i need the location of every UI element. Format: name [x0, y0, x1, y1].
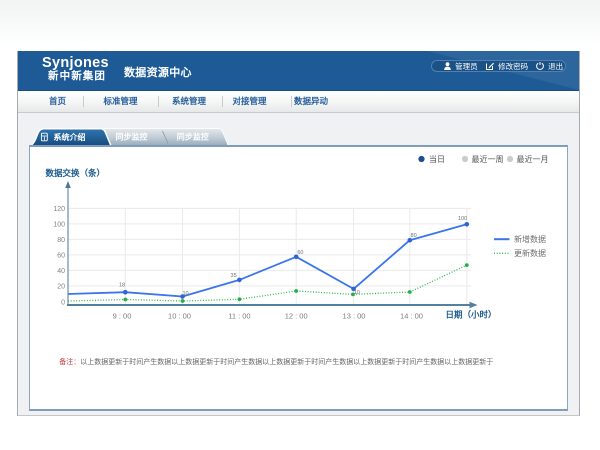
svg-text:日期（小时）: 日期（小时） [445, 310, 496, 320]
svg-text:18: 18 [119, 283, 125, 289]
svg-text:80: 80 [57, 237, 65, 244]
svg-text:40: 40 [57, 268, 65, 275]
svg-text:80: 80 [411, 233, 417, 239]
svg-text:12 : 00: 12 : 00 [285, 312, 308, 321]
svg-text:10 : 00: 10 : 00 [168, 312, 191, 321]
svg-text:60: 60 [297, 250, 303, 256]
svg-text:60: 60 [57, 252, 65, 259]
svg-text:120: 120 [53, 206, 65, 213]
svg-text:更新数据: 更新数据 [514, 248, 546, 258]
svg-text:9 : 00: 9 : 00 [113, 312, 132, 321]
svg-text:新增数据: 新增数据 [514, 234, 546, 244]
svg-text:20: 20 [57, 283, 65, 290]
svg-text:最近一月: 最近一月 [517, 154, 549, 164]
svg-text:同步监控: 同步监控 [116, 132, 148, 142]
svg-text:35: 35 [231, 273, 237, 279]
svg-text:14 : 00: 14 : 00 [400, 312, 423, 321]
svg-text:100: 100 [458, 216, 467, 222]
svg-text:同步监控: 同步监控 [177, 132, 209, 142]
svg-text:备注：以上数据更新于时间产生数据以上数据更新于时间产生数据以: 备注：以上数据更新于时间产生数据以上数据更新于时间产生数据以上数据更新于时间产生… [59, 357, 493, 366]
svg-text:100: 100 [53, 221, 65, 228]
svg-text:0: 0 [61, 299, 65, 306]
svg-text:系统介绍: 系统介绍 [54, 132, 86, 142]
svg-text:最近一周: 最近一周 [472, 154, 504, 164]
svg-text:10: 10 [354, 290, 360, 296]
svg-text:13 : 00: 13 : 00 [343, 312, 366, 321]
svg-text:11 : 00: 11 : 00 [228, 312, 250, 321]
svg-text:10: 10 [182, 291, 188, 297]
svg-text:数据交换（条）: 数据交换（条） [46, 168, 106, 178]
svg-text:当日: 当日 [429, 154, 445, 164]
